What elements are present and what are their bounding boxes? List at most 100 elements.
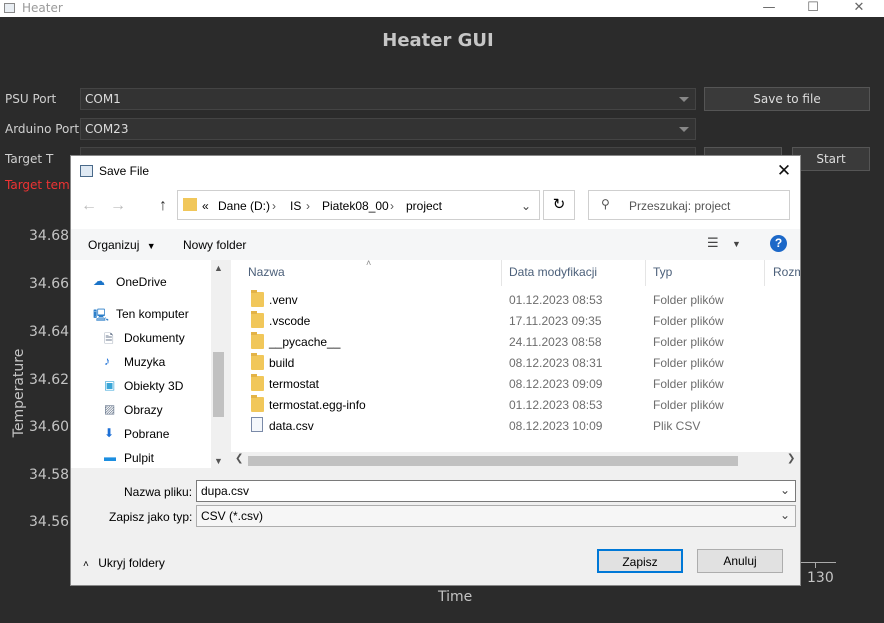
- minimize-icon[interactable]: —: [746, 0, 792, 17]
- file-row[interactable]: .venv 01.12.2023 08:53 Folder plików: [231, 290, 800, 311]
- nav-item-label: Dokumenty: [124, 331, 185, 345]
- psu-port-value: COM1: [85, 92, 121, 106]
- file-row[interactable]: __pycache__ 24.11.2023 08:58 Folder plików: [231, 332, 800, 353]
- back-arrow-icon[interactable]: ←: [79, 197, 99, 217]
- pictures-icon: ▨: [104, 402, 116, 416]
- app-title: Heater GUI: [382, 30, 494, 51]
- arduino-port-select[interactable]: COM23: [80, 118, 696, 140]
- organize-label: Organizuj: [88, 238, 140, 252]
- file-row[interactable]: termostat 08.12.2023 09:09 Folder plików: [231, 374, 800, 395]
- documents-icon: 🗎: [104, 332, 114, 346]
- sort-up-icon: ˄: [366, 260, 372, 268]
- cancel-button[interactable]: Anuluj: [697, 549, 783, 573]
- chevron-down-icon[interactable]: ▼: [732, 239, 741, 249]
- nav-item-label: Muzyka: [124, 355, 166, 369]
- chevron-down-icon[interactable]: ⌄: [780, 483, 790, 497]
- chevron-down-icon[interactable]: ⌄: [521, 199, 531, 213]
- arduino-port-value: COM23: [85, 122, 129, 136]
- cube-icon: ▣: [104, 378, 116, 392]
- chevron-down-icon: [679, 127, 689, 132]
- close-icon[interactable]: ✕: [771, 159, 797, 183]
- file-type: Folder plików: [653, 398, 724, 412]
- nav-item[interactable]: ⬇ Pobrane: [71, 422, 211, 446]
- nav-item-label: Pulpit: [124, 451, 155, 465]
- file-row[interactable]: termostat.egg-info 01.12.2023 08:53 Folder…: [231, 395, 800, 416]
- folder-icon: [251, 374, 264, 391]
- arduino-port-label: Arduino Port: [5, 122, 80, 136]
- nav-item[interactable]: 🗎 Dokumenty: [71, 326, 211, 350]
- x-tick-mark: [815, 562, 816, 568]
- file-type: Folder plików: [653, 377, 724, 391]
- column-header-date[interactable]: Data modyfikacji: [509, 265, 597, 279]
- maximize-icon[interactable]: ☐: [790, 0, 836, 17]
- nav-item-label: Ten komputer: [116, 307, 189, 321]
- column-separator[interactable]: [764, 260, 765, 286]
- view-options-icon[interactable]: ☰: [707, 235, 719, 251]
- chevron-right-icon: ›: [272, 199, 276, 213]
- nav-item[interactable]: ☁ OneDrive: [71, 270, 211, 294]
- chevron-down-icon: ⌄: [779, 508, 790, 522]
- folder-icon: [251, 311, 264, 328]
- column-header-size[interactable]: Rozm: [773, 265, 800, 279]
- chevron-down-icon: ▼: [146, 241, 156, 251]
- nav-item[interactable]: ▣ Obiekty 3D: [71, 374, 211, 398]
- start-button[interactable]: Start: [792, 147, 870, 171]
- breadcrumb-prefix: «: [202, 199, 209, 213]
- file-type: Folder plików: [653, 314, 724, 328]
- breadcrumb-drive[interactable]: Dane (D:): [218, 199, 270, 213]
- scroll-left-icon[interactable]: ❮: [235, 453, 243, 464]
- file-row[interactable]: build 08.12.2023 08:31 Folder plików: [231, 353, 800, 374]
- save-button[interactable]: Zapisz: [597, 549, 683, 573]
- file-date: 24.11.2023 08:58: [509, 335, 602, 349]
- psu-port-select[interactable]: COM1: [80, 88, 696, 110]
- save-to-file-button[interactable]: Save to file: [704, 87, 870, 111]
- app-icon: [4, 3, 15, 13]
- filetype-select[interactable]: CSV (*.csv) ⌄: [196, 505, 796, 527]
- hide-folders-toggle[interactable]: ˄ Ukryj foldery: [83, 556, 165, 570]
- organize-menu[interactable]: Organizuj ▼: [88, 238, 156, 252]
- y-axis-label: Temperature: [11, 348, 27, 438]
- address-bar[interactable]: « Dane (D:) › IS › Piatek08_00 › project…: [177, 190, 540, 220]
- nav-item[interactable]: ♪ Muzyka: [71, 350, 211, 374]
- filename-input[interactable]: dupa.csv ⌄: [196, 480, 796, 502]
- scroll-right-icon[interactable]: ❯: [787, 453, 795, 464]
- folder-icon: [251, 290, 264, 307]
- search-input[interactable]: ⚲ Przeszukaj: project: [588, 190, 790, 220]
- nav-item[interactable]: 🖳 Ten komputer: [71, 302, 211, 326]
- breadcrumb-project[interactable]: project: [406, 199, 442, 213]
- download-icon: ⬇: [104, 426, 115, 440]
- dialog-app-icon: [80, 165, 93, 177]
- chevron-up-icon: ˄: [83, 559, 89, 570]
- breadcrumb-piatek[interactable]: Piatek08_00: [322, 199, 389, 213]
- nav-item[interactable]: ▬ Pulpit: [71, 446, 211, 470]
- forward-arrow-icon[interactable]: →: [108, 197, 128, 217]
- file-type: Folder plików: [653, 293, 724, 307]
- scroll-down-icon[interactable]: ▼: [214, 456, 223, 466]
- file-row[interactable]: .vscode 17.11.2023 09:35 Folder plików: [231, 311, 800, 332]
- column-headers: Nazwa ˄ Data modyfikacji Typ Rozm: [231, 260, 800, 286]
- up-arrow-icon[interactable]: ↑: [153, 197, 173, 217]
- folder-icon: [251, 353, 264, 370]
- close-icon[interactable]: ✕: [836, 0, 882, 17]
- refresh-icon[interactable]: ↻: [543, 190, 575, 220]
- column-header-type[interactable]: Typ: [653, 265, 672, 279]
- window-title: Heater: [22, 1, 63, 15]
- file-row[interactable]: data.csv 08.12.2023 10:09 Plik CSV: [231, 416, 800, 437]
- nav-item[interactable]: ▨ Obrazy: [71, 398, 211, 422]
- column-header-name[interactable]: Nazwa: [248, 265, 285, 279]
- breadcrumb-is[interactable]: IS: [290, 199, 301, 213]
- nav-item-label: Obiekty 3D: [124, 379, 184, 393]
- new-folder-button[interactable]: Nowy folder: [183, 238, 246, 252]
- filetype-label: Zapisz jako typ:: [109, 510, 193, 524]
- dialog-title: Save File: [99, 164, 150, 178]
- file-name: data.csv: [269, 419, 314, 433]
- help-icon[interactable]: ?: [770, 235, 787, 252]
- column-separator[interactable]: [501, 260, 502, 286]
- scroll-up-icon[interactable]: ▲: [214, 263, 223, 273]
- y-tick-label: 34.60: [29, 419, 70, 435]
- nav-scroll-thumb[interactable]: [213, 352, 224, 417]
- column-separator[interactable]: [645, 260, 646, 286]
- file-name: termostat: [269, 377, 320, 391]
- file-list: Nazwa ˄ Data modyfikacji Typ Rozm .venv 0…: [231, 260, 800, 468]
- file-list-scroll-thumb[interactable]: [248, 456, 738, 466]
